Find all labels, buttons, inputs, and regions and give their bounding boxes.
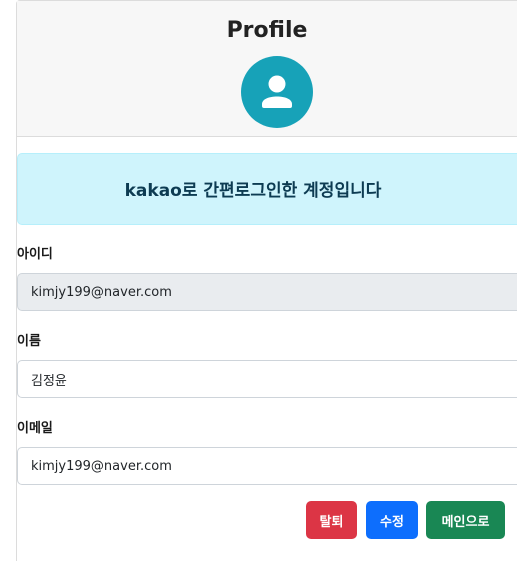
- id-label: 아이디: [17, 247, 53, 262]
- main-button[interactable]: 메인으로: [426, 501, 505, 539]
- avatar: [241, 56, 313, 128]
- user-icon: [262, 75, 292, 108]
- withdraw-button[interactable]: 탈퇴: [306, 501, 357, 539]
- edit-button[interactable]: 수정: [366, 501, 418, 539]
- name-label: 이름: [17, 334, 41, 349]
- kakao-login-alert: kakao로 간편로그인한 계정입니다: [17, 153, 517, 225]
- page-title: Profile: [226, 18, 308, 43]
- id-field[interactable]: [17, 273, 517, 311]
- email-label: 이메일: [17, 421, 53, 436]
- name-field[interactable]: [17, 360, 517, 398]
- alert-text: kakao로 간편로그인한 계정입니다: [124, 181, 382, 201]
- profile-header: Profile: [17, 1, 517, 137]
- email-field[interactable]: [17, 447, 517, 485]
